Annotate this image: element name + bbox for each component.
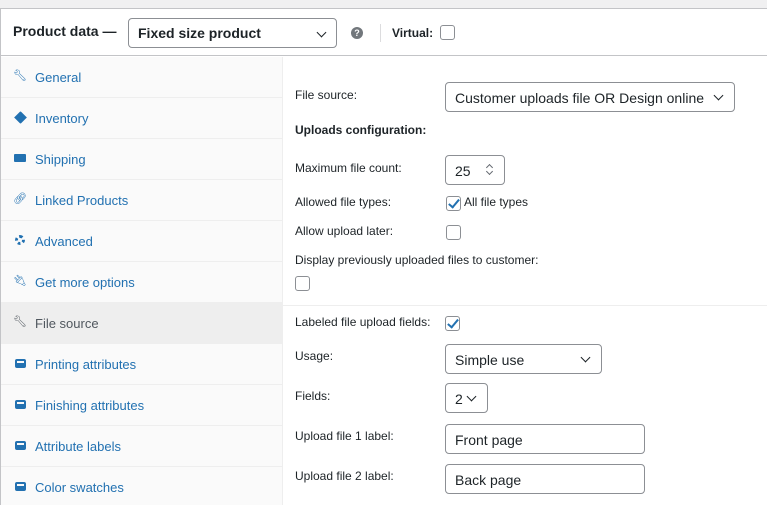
labeled-upload-fields-checkbox[interactable] xyxy=(445,316,460,331)
product-type-value: Fixed size product xyxy=(138,25,261,41)
tag-icon xyxy=(13,110,27,124)
display-previous-files-checkbox[interactable] xyxy=(295,276,310,291)
tab-general[interactable]: 🔧︎ General xyxy=(1,57,282,98)
tab-file-source[interactable]: 🔧︎ File source xyxy=(1,303,282,344)
tab-label: General xyxy=(35,70,82,85)
tab-label: Printing attributes xyxy=(35,357,137,372)
virtual-label: Virtual: xyxy=(392,26,434,40)
tab-shipping[interactable]: Shipping xyxy=(1,139,282,180)
list-box-icon xyxy=(14,398,26,410)
uploads-configuration-heading: Uploads configuration: xyxy=(295,123,427,137)
all-file-types-label: All file types xyxy=(464,195,529,209)
list-box-icon xyxy=(14,357,26,369)
product-data-tabs: 🔧︎ General Inventory Shipping 🔗︎ Linked … xyxy=(1,57,283,505)
file-source-value: Customer uploads file OR Design online xyxy=(455,90,705,106)
tab-get-more-options[interactable]: 🔌︎ Get more options xyxy=(1,262,282,303)
all-file-types-checkbox[interactable] xyxy=(446,196,461,211)
panel-title: Product data — xyxy=(13,23,117,39)
tab-label: Get more options xyxy=(35,275,135,290)
wrench-icon: 🔧︎ xyxy=(13,316,27,328)
tab-color-swatches[interactable]: Color swatches xyxy=(1,467,282,505)
tab-printing-attributes[interactable]: Printing attributes xyxy=(1,344,282,385)
upload-file-2-input[interactable]: Back page xyxy=(445,464,645,494)
tab-label: File source xyxy=(35,316,99,331)
tab-label: Advanced xyxy=(35,234,93,249)
list-box-icon xyxy=(14,439,26,451)
upload-file-2-label: Upload file 2 label: xyxy=(295,469,394,483)
chevron-down-icon xyxy=(466,391,477,402)
max-file-count-input[interactable]: 25 xyxy=(445,155,505,185)
tab-label: Finishing attributes xyxy=(35,398,145,413)
upload-file-1-input[interactable]: Front page xyxy=(445,424,645,454)
chevron-down-icon xyxy=(713,90,724,101)
tab-advanced[interactable]: Advanced xyxy=(1,221,282,262)
fields-value: 2 xyxy=(455,391,463,407)
tab-label: Color swatches xyxy=(35,480,124,495)
upload-file-2-value: Back page xyxy=(455,472,522,488)
gear-icon xyxy=(14,234,26,246)
product-type-select[interactable]: Fixed size product xyxy=(128,18,337,48)
tab-label: Linked Products xyxy=(35,193,129,208)
labeled-upload-fields-label: Labeled file upload fields: xyxy=(295,315,431,329)
usage-label: Usage: xyxy=(295,349,334,363)
tab-finishing-attributes[interactable]: Finishing attributes xyxy=(1,385,282,426)
tab-label: Inventory xyxy=(35,111,89,126)
file-source-select[interactable]: Customer uploads file OR Design online xyxy=(445,82,735,112)
tab-inventory[interactable]: Inventory xyxy=(1,98,282,139)
fields-label: Fields: xyxy=(295,389,331,403)
max-file-count-value: 25 xyxy=(455,163,471,179)
allow-upload-later-checkbox[interactable] xyxy=(446,225,461,240)
product-data-panel: Product data — Fixed size product ? Virt… xyxy=(0,8,767,505)
link-icon: 🔗︎ xyxy=(13,193,27,205)
file-source-panel: File source: Customer uploads file OR De… xyxy=(283,57,767,505)
wrench-icon: 🔧︎ xyxy=(13,70,27,82)
fields-select[interactable]: 2 xyxy=(445,383,488,413)
usage-value: Simple use xyxy=(455,352,525,368)
stepper-arrows-icon[interactable] xyxy=(486,162,495,177)
virtual-checkbox[interactable] xyxy=(440,25,455,40)
file-source-label: File source: xyxy=(295,88,358,102)
chevron-down-icon xyxy=(316,27,327,38)
tab-label: Attribute labels xyxy=(35,439,121,454)
list-box-icon xyxy=(14,480,26,492)
plug-icon: 🔌︎ xyxy=(13,275,27,287)
truck-icon xyxy=(14,152,26,164)
display-previous-files-label: Display previously uploaded files to cus… xyxy=(295,253,539,267)
header-separator xyxy=(380,24,381,42)
allow-upload-later-label: Allow upload later: xyxy=(295,224,394,238)
usage-select[interactable]: Simple use xyxy=(445,344,602,374)
section-divider xyxy=(283,305,767,306)
tab-linked-products[interactable]: 🔗︎ Linked Products xyxy=(1,180,282,221)
chevron-down-icon xyxy=(580,352,591,363)
tab-label: Shipping xyxy=(35,152,86,167)
max-file-count-label: Maximum file count: xyxy=(295,161,402,175)
allowed-file-types-label: Allowed file types: xyxy=(295,195,392,209)
product-data-header: Product data — Fixed size product ? Virt… xyxy=(1,9,767,56)
upload-file-1-label: Upload file 1 label: xyxy=(295,429,394,443)
upload-file-1-value: Front page xyxy=(455,432,523,448)
help-icon[interactable]: ? xyxy=(351,27,363,39)
tab-attribute-labels[interactable]: Attribute labels xyxy=(1,426,282,467)
